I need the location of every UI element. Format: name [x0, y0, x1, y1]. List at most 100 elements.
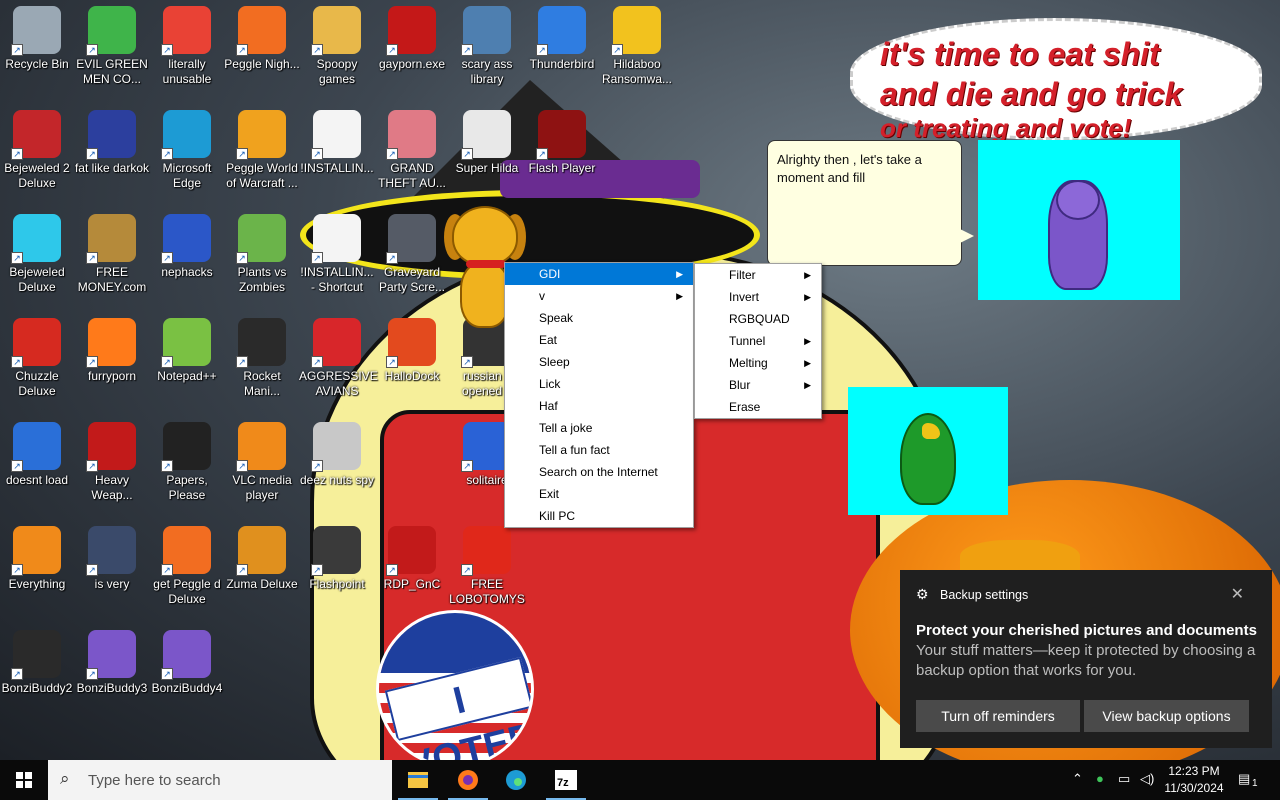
menu-item[interactable]: Eat — [505, 329, 693, 351]
vlc-icon: ↗ — [236, 422, 286, 472]
bonzi-gorilla-window[interactable] — [978, 140, 1180, 300]
desktop[interactable]: it's time to eat shit and die and go tri… — [0, 0, 1280, 760]
desktop-icon[interactable]: ↗ scary ass library — [448, 2, 526, 87]
desktop-icon[interactable]: ↗ Super Hilda — [448, 106, 526, 176]
desktop-icon[interactable]: ↗ AGGRESSIVE AVIANS — [298, 314, 378, 399]
desktop-icon[interactable]: ↗ fat like darkok — [73, 106, 151, 176]
menu-item[interactable]: Exit — [505, 483, 693, 505]
clock[interactable]: 12:23 PM 11/30/2024 — [1160, 763, 1228, 797]
desktop-icon[interactable]: ↗ Zuma Deluxe — [223, 522, 301, 592]
menu-item[interactable]: Melting ▶ — [695, 352, 821, 374]
desktop-icon[interactable]: ↗ EVIL GREEN MEN CO... — [73, 2, 151, 87]
turn-off-reminders-button[interactable]: Turn off reminders — [916, 700, 1080, 732]
desktop-icon[interactable]: ↗ Recycle Bin — [0, 2, 76, 72]
menu-item[interactable]: Filter ▶ — [695, 264, 821, 286]
menu-item[interactable]: GDI ▶ — [505, 263, 693, 285]
backup-notification[interactable]: ⚙ Backup settings ✕ Protect your cherish… — [900, 570, 1272, 748]
desktop-icon[interactable]: ↗ BonziBuddy4 — [148, 626, 226, 696]
menu-item[interactable]: v ▶ — [505, 285, 693, 307]
desktop-icon[interactable]: ↗ VLC media player — [223, 418, 301, 503]
shortcut-arrow-icon: ↗ — [311, 460, 323, 472]
svg-text:7z: 7z — [557, 777, 569, 789]
desktop-icon[interactable]: ↗ nephacks — [148, 210, 226, 280]
user-icon[interactable]: ● — [1096, 771, 1104, 786]
desktop-icon-label: Peggle World of Warcraft ... — [226, 161, 298, 190]
taskbar-edge[interactable] — [492, 760, 540, 800]
desktop-icon[interactable]: ↗ Everything — [0, 522, 76, 592]
chrome-icon: ↗ — [161, 6, 211, 56]
desktop-icon[interactable]: ↗ FREE MONEY.com — [73, 210, 151, 295]
shortcut-arrow-icon: ↗ — [461, 564, 473, 576]
taskbar-7zip[interactable]: 7z — [542, 760, 590, 800]
menu-item-label: RGBQUAD — [729, 312, 790, 326]
desktop-icon[interactable]: ↗ GRAND THEFT AU... — [373, 106, 451, 191]
taskbar-search[interactable]: ⌕ Type here to search — [48, 760, 392, 800]
document-icon: ↗ — [311, 110, 361, 160]
desktop-icon[interactable]: ↗ Notepad++ — [148, 314, 226, 384]
desktop-icon[interactable]: ↗ FREE LOBOTOMYS — [448, 522, 526, 607]
menu-item[interactable]: Sleep — [505, 351, 693, 373]
desktop-icon[interactable]: ↗ Flashpoint — [298, 522, 376, 592]
flower-icon: ↗ — [236, 214, 286, 264]
desktop-icon[interactable]: ↗ gayporn.exe — [373, 2, 451, 72]
desktop-icon[interactable]: ↗ is very — [73, 522, 151, 592]
menu-item[interactable]: Speak — [505, 307, 693, 329]
desktop-icon[interactable]: ↗ Bejeweled 2 Deluxe — [0, 106, 76, 191]
mpi-shield-icon: ↗ — [86, 526, 136, 576]
menu-item[interactable]: Tell a joke — [505, 417, 693, 439]
shortcut-arrow-icon: ↗ — [461, 356, 473, 368]
desktop-icon[interactable]: ↗ BonziBuddy3 — [73, 626, 151, 696]
chevron-up-icon[interactable]: ⌃ — [1072, 771, 1083, 787]
desktop-icon[interactable]: ↗ Peggle World of Warcraft ... — [223, 106, 301, 191]
menu-item-label: Haf — [539, 399, 558, 413]
desktop-icon[interactable]: ↗ Plants vs Zombies — [223, 210, 301, 295]
menu-item[interactable]: Haf — [505, 395, 693, 417]
desktop-icon[interactable]: ↗ Microsoft Edge — [148, 106, 226, 191]
taskbar-firefox[interactable] — [444, 760, 492, 800]
start-button[interactable] — [0, 760, 48, 800]
desktop-icon[interactable]: ↗ Papers, Please — [148, 418, 226, 503]
desktop-icon[interactable]: ↗ furryporn — [73, 314, 151, 384]
desktop-icon[interactable]: ↗ Thunderbird — [523, 2, 601, 72]
desktop-icon-label: RDP_GnC — [383, 577, 441, 591]
desktop-icon[interactable]: ↗ deez nuts spy — [298, 418, 376, 488]
menu-item[interactable]: Erase — [695, 396, 821, 418]
desktop-icon[interactable]: ↗ Spoopy games — [298, 2, 376, 87]
network-icon[interactable]: ▭ — [1118, 771, 1130, 787]
taskbar-file-explorer[interactable] — [394, 760, 442, 800]
desktop-icon[interactable]: ↗ Rocket Mani... — [223, 314, 301, 399]
menu-item[interactable]: Invert ▶ — [695, 286, 821, 308]
desktop-icon[interactable]: ↗ !INSTALLIN... — [298, 106, 376, 176]
desktop-icon[interactable]: ↗ Bejeweled Deluxe — [0, 210, 76, 295]
desktop-icon[interactable]: ↗ get Peggle d Deluxe — [148, 522, 226, 607]
notification-center-icon[interactable]: ▤ — [1238, 771, 1250, 787]
desktop-icon[interactable]: ↗ literally unusable — [148, 2, 226, 87]
desktop-icon[interactable]: ↗ Graveyard Party Scre... — [373, 210, 451, 295]
desktop-icon[interactable]: ↗ !INSTALLIN... - Shortcut — [298, 210, 376, 295]
menu-item[interactable]: Tell a fun fact — [505, 439, 693, 461]
menu-item[interactable]: Tunnel ▶ — [695, 330, 821, 352]
desktop-icon[interactable]: ↗ HalloDock — [373, 314, 451, 384]
desktop-icon[interactable]: ↗ Chuzzle Deluxe — [0, 314, 76, 399]
desktop-icon[interactable]: ↗ Heavy Weap... — [73, 418, 151, 503]
desktop-icon[interactable]: ↗ Peggle Nigh... — [223, 2, 301, 72]
shortcut-arrow-icon: ↗ — [386, 564, 398, 576]
desktop-icon[interactable]: ↗ Flash Player — [523, 106, 601, 176]
menu-item[interactable]: RGBQUAD — [695, 308, 821, 330]
view-backup-options-button[interactable]: View backup options — [1084, 700, 1249, 732]
volume-icon[interactable]: ◁) — [1140, 771, 1154, 787]
menu-item[interactable]: Lick — [505, 373, 693, 395]
desktop-icon[interactable]: ↗ Hildaboo Ransomwa... — [598, 2, 676, 87]
desktop-icon[interactable]: ↗ doesnt load — [0, 418, 76, 488]
menu-item[interactable]: Search on the Internet — [505, 461, 693, 483]
menu-item[interactable]: Blur ▶ — [695, 374, 821, 396]
close-icon[interactable]: ✕ — [1231, 584, 1244, 604]
gdi-submenu: Filter ▶ Invert ▶ RGBQUAD Tunnel ▶ Melting ▶ Blur… — [694, 263, 822, 419]
desktop-icon-label: literally unusable — [162, 57, 212, 86]
parrot-window[interactable] — [848, 387, 1008, 515]
menu-item[interactable]: Kill PC — [505, 505, 693, 527]
desktop-icon[interactable]: ↗ BonziBuddy2 — [0, 626, 76, 696]
desktop-icon-label: Zuma Deluxe — [226, 577, 298, 591]
desktop-icon[interactable]: ↗ RDP_GnC — [373, 522, 451, 592]
windows-logo-icon — [16, 772, 32, 788]
